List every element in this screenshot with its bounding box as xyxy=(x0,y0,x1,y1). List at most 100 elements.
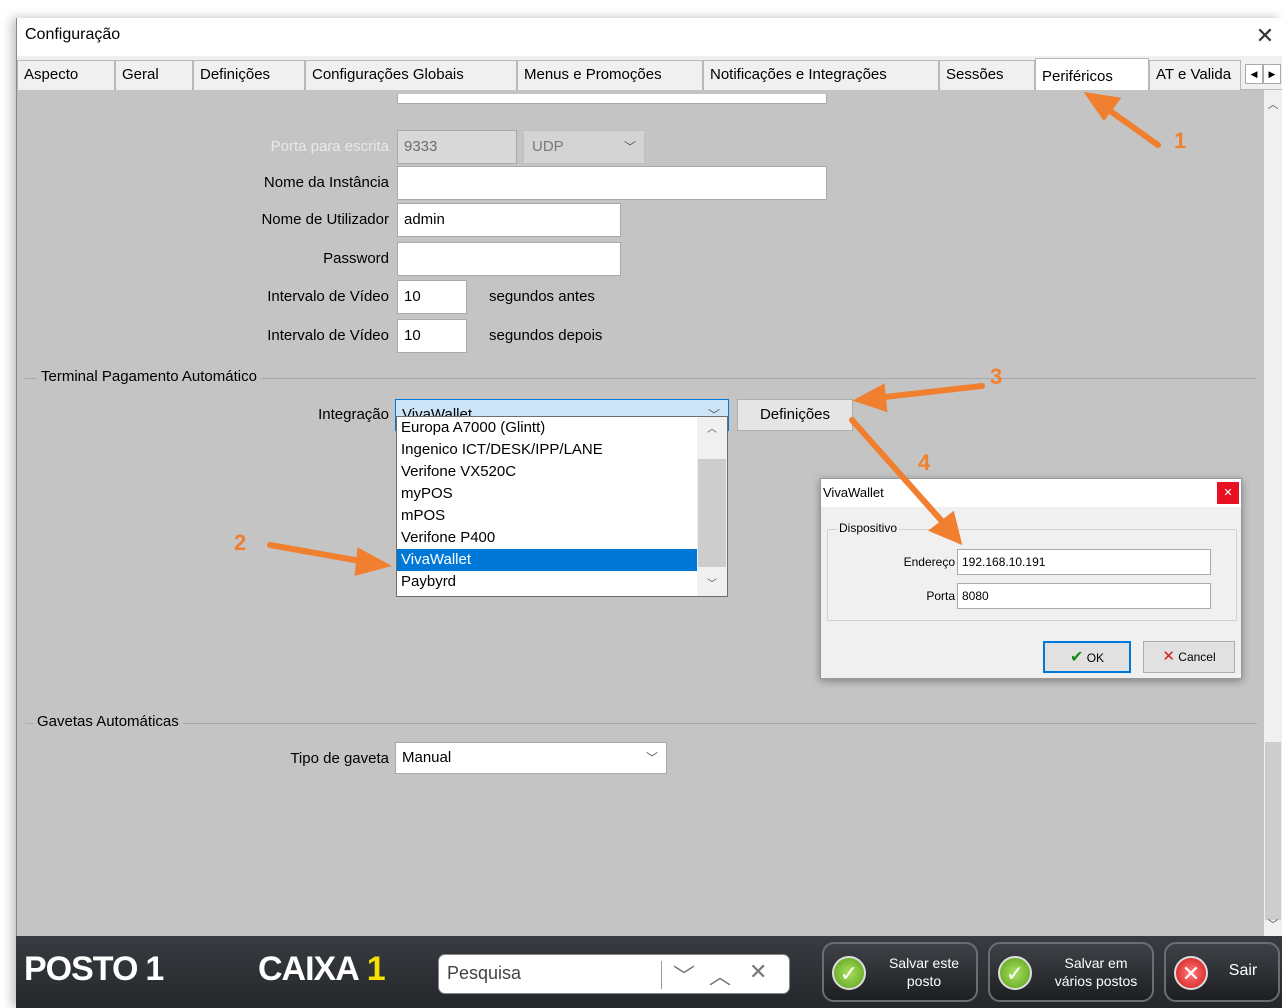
clear-icon[interactable]: ✕ xyxy=(749,959,767,985)
scroll-down-icon[interactable]: ﹀ xyxy=(1264,916,1282,934)
chevron-down-icon[interactable]: ﹀ xyxy=(673,959,695,991)
user-label: Nome de Utilizador xyxy=(261,211,389,228)
integration-option[interactable]: Verifone VX520C xyxy=(397,461,697,483)
video-after-suffix: segundos depois xyxy=(489,327,603,344)
user-field[interactable]: admin xyxy=(397,203,621,237)
video-after-field[interactable]: 10 xyxy=(397,319,467,353)
checkmark-icon: ✔ xyxy=(1069,649,1084,666)
dropdown-scrollbar[interactable]: ︿ ﹀ xyxy=(697,417,727,596)
integration-option[interactable]: mPOS xyxy=(397,505,697,527)
tab-geral[interactable]: Geral xyxy=(115,60,193,90)
drawer-type-label: Tipo de gaveta xyxy=(290,750,389,767)
scroll-up-icon[interactable]: ︿ xyxy=(1264,96,1282,114)
dialog-close-icon[interactable]: ✕ xyxy=(1217,482,1239,504)
vivawallet-dialog: VivaWallet ✕ Dispositivo Endereço 192.16… xyxy=(820,478,1242,679)
device-group-title: Dispositivo xyxy=(837,521,900,535)
search-separator xyxy=(661,961,662,989)
annotation-1: 1 xyxy=(1174,128,1187,153)
close-icon[interactable]: ✕ xyxy=(1252,22,1278,50)
tab-strip: Aspecto Geral Definições Configurações G… xyxy=(17,58,1282,91)
tab-at-validacao[interactable]: AT e Valida xyxy=(1149,60,1241,90)
annotation-2: 2 xyxy=(234,530,247,555)
drawers-group-divider xyxy=(25,723,1257,724)
check-icon: ✓ xyxy=(998,956,1032,990)
protocol-select: UDP ﹀ xyxy=(523,130,645,164)
dialog-title: VivaWallet xyxy=(823,485,884,500)
dropdown-scroll-down-icon[interactable]: ﹀ xyxy=(697,576,727,594)
drawer-type-select[interactable]: Manual ﹀ xyxy=(395,742,667,774)
annotation-4: 4 xyxy=(918,450,931,475)
address-field[interactable]: 192.168.10.191 xyxy=(957,549,1211,575)
password-field[interactable] xyxy=(397,242,621,276)
check-icon: ✓ xyxy=(832,956,866,990)
write-port-field: 9333 xyxy=(397,130,517,164)
tab-menus-promocoes[interactable]: Menus e Promoções xyxy=(517,60,703,90)
save-this-button[interactable]: ✓ Salvar este posto xyxy=(822,942,978,1002)
chevron-up-icon[interactable]: ︿ xyxy=(709,959,731,991)
exit-label: Sair xyxy=(1228,962,1258,979)
posto-label: POSTO xyxy=(24,950,138,988)
tab-notificacoes-integracoes[interactable]: Notificações e Integrações xyxy=(703,60,939,90)
instance-field[interactable] xyxy=(397,166,827,200)
drawers-group-title: Gavetas Automáticas xyxy=(33,713,183,730)
tab-perifericos[interactable]: Periféricos xyxy=(1035,58,1149,91)
caixa-number: 1 xyxy=(366,950,386,988)
annotation-3: 3 xyxy=(990,364,1003,389)
exit-button[interactable]: ✕ Sair xyxy=(1164,942,1280,1002)
title-bar: Configuração ✕ xyxy=(17,18,1282,56)
drawer-type-value: Manual xyxy=(402,749,452,766)
protocol-value: UDP xyxy=(532,138,564,155)
scroll-thumb[interactable] xyxy=(1265,742,1281,920)
tab-scroll-right-icon[interactable]: ▶ xyxy=(1263,64,1281,84)
posto-number: 1 xyxy=(145,950,164,988)
port-field[interactable]: 8080 xyxy=(957,583,1211,609)
video-before-suffix: segundos antes xyxy=(489,288,595,305)
integration-options: Europa A7000 (Glintt) Ingenico ICT/DESK/I… xyxy=(397,417,727,593)
dialog-title-bar: VivaWallet ✕ xyxy=(821,479,1241,507)
cancel-button[interactable]: ✕ Cancel xyxy=(1143,641,1235,673)
address-label: Endereço xyxy=(903,555,955,569)
integration-option[interactable]: Ingenico ICT/DESK/IPP/LANE xyxy=(397,439,697,461)
ok-button[interactable]: ✔ OK xyxy=(1043,641,1131,673)
window-title: Configuração xyxy=(25,26,121,43)
vertical-scrollbar[interactable]: ︿ ﹀ xyxy=(1264,90,1282,936)
save-many-label: Salvar em vários postos xyxy=(1054,955,1138,989)
port-label: Porta xyxy=(926,589,955,603)
dropdown-scroll-thumb[interactable] xyxy=(698,459,726,567)
cancel-x-icon: ✕ xyxy=(1162,648,1175,665)
save-many-button[interactable]: ✓ Salvar em vários postos xyxy=(988,942,1154,1002)
save-this-label: Salvar este posto xyxy=(888,955,960,989)
chevron-down-icon: ﹀ xyxy=(645,751,658,765)
instance-label: Nome da Instância xyxy=(263,174,389,191)
tab-configuracoes-globais[interactable]: Configurações Globais xyxy=(305,60,517,90)
partial-field[interactable] xyxy=(397,94,827,104)
search-input[interactable]: Pesquisa xyxy=(447,963,521,984)
ok-label: OK xyxy=(1086,651,1105,665)
password-label: Password xyxy=(323,250,389,267)
dropdown-scroll-up-icon[interactable]: ︿ xyxy=(697,421,727,439)
video-before-field[interactable]: 10 xyxy=(397,280,467,314)
integration-option[interactable]: Paybyrd xyxy=(397,571,697,593)
video-after-label: Intervalo de Vídeo xyxy=(267,327,389,344)
tab-sessoes[interactable]: Sessões xyxy=(939,60,1035,90)
integration-dropdown[interactable]: Europa A7000 (Glintt) Ingenico ICT/DESK/I… xyxy=(396,416,728,597)
integration-option[interactable]: Verifone P400 xyxy=(397,527,697,549)
close-x-icon: ✕ xyxy=(1174,956,1208,990)
tab-aspecto[interactable]: Aspecto xyxy=(17,60,115,90)
posto-indicator: POSTO 1 xyxy=(24,950,164,989)
video-before-label: Intervalo de Vídeo xyxy=(267,288,389,305)
caixa-indicator: CAIXA 1 xyxy=(258,950,386,989)
write-port-label: Porta para escrita xyxy=(270,138,389,155)
integration-option[interactable]: Europa A7000 (Glintt) xyxy=(397,417,697,439)
definicoes-button[interactable]: Definições xyxy=(737,399,853,431)
bottom-bar: POSTO 1 CAIXA 1 Pesquisa ﹀ ︿ ✕ ✓ Salvar es… xyxy=(16,936,1282,1008)
integration-label: Integração xyxy=(318,406,389,423)
chevron-down-icon: ﹀ xyxy=(623,140,636,154)
cancel-label: Cancel xyxy=(1178,650,1216,664)
tab-definicoes[interactable]: Definições xyxy=(193,60,305,90)
tab-scroll-left-icon[interactable]: ◀ xyxy=(1245,64,1263,84)
payment-group-title: Terminal Pagamento Automático xyxy=(37,368,261,385)
integration-option[interactable]: myPOS xyxy=(397,483,697,505)
integration-option[interactable]: VivaWallet xyxy=(397,549,697,571)
search-box[interactable]: Pesquisa ﹀ ︿ ✕ xyxy=(438,954,790,994)
